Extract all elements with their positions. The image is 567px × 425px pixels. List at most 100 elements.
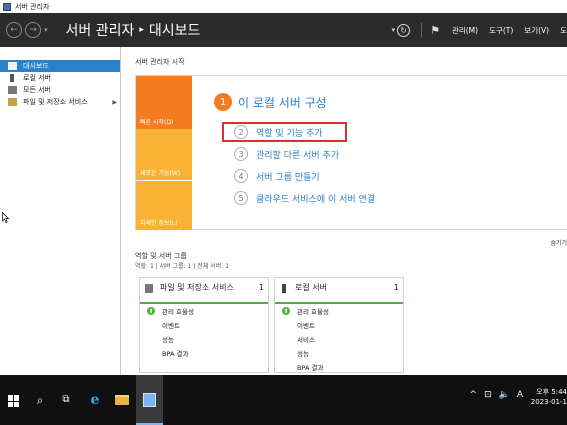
card-row-label: BPA 결과 [162, 350, 189, 358]
sidebar-item-all-servers[interactable]: 모든 서버 [0, 84, 120, 96]
highlight-box [222, 122, 347, 142]
tile-quick-start[interactable]: 빠른 시작(Q) [136, 76, 192, 129]
server-manager-icon [143, 393, 156, 407]
card-row-label: BPA 결과 [297, 364, 324, 372]
step-create-group[interactable]: 4 서버 그룹 만들기 [234, 169, 320, 183]
card-row-bpa[interactable]: BPA 결과 [140, 346, 268, 360]
server-manager-app-icon [3, 2, 11, 11]
taskbar: ⌕ ⧉ e ^ ⊡ 🔈 A 오후 5:44 2023-01-1 [0, 375, 567, 425]
input-language-icon[interactable]: A [517, 390, 523, 400]
tray-overflow-icon[interactable]: ^ [470, 390, 478, 400]
clock-date: 2023-01-1 [530, 398, 567, 406]
card-header[interactable]: 로컬 서버 1 [275, 278, 403, 304]
card-row-label: 이벤트 [297, 322, 315, 330]
card-count: 1 [393, 283, 399, 292]
refresh-dropdown-icon[interactable]: ▾ [392, 26, 396, 34]
start-button[interactable] [8, 395, 20, 407]
folder-shape [115, 395, 129, 405]
configure-heading: 1 이 로컬 서버 구성 [214, 93, 327, 111]
windows-logo-icon [14, 395, 19, 401]
welcome-panel: 빠른 시작(Q) 새로운 기능(W) 자세한 정보(L) 1 이 로컬 서버 구… [135, 75, 567, 247]
search-icon[interactable]: ⌕ [32, 392, 48, 408]
notifications-flag-icon[interactable]: ⚑ [430, 24, 440, 37]
forward-button[interactable]: → [25, 22, 41, 38]
menu-view[interactable]: 보기(V) [524, 25, 549, 36]
internet-explorer-icon[interactable]: e [87, 392, 103, 408]
sidebar: 대시보드 로컬 서버 모든 서버 파일 및 저장소 서비스 ▶ [0, 47, 121, 375]
breadcrumb-current: 대시보드 [148, 23, 201, 39]
card-title: 로컬 서버 [295, 283, 327, 292]
card-row-events[interactable]: 이벤트 [140, 318, 268, 332]
step-number: 5 [234, 191, 248, 205]
card-row-services[interactable]: 서비스 [275, 332, 403, 346]
sidebar-item-label: 파일 및 저장소 서비스 [23, 98, 88, 106]
windows-logo-icon [8, 401, 13, 407]
clock[interactable]: 오후 5:44 2023-01-1 [527, 387, 567, 407]
task-view-icon[interactable]: ⧉ [58, 392, 74, 408]
menu-help[interactable]: 도 [560, 25, 567, 36]
roles-section-title: 역할 및 서버 그룹 [135, 252, 187, 260]
configure-heading-text[interactable]: 이 로컬 서버 구성 [238, 94, 327, 111]
mouse-cursor-icon [2, 212, 9, 223]
card-row-label: 성능 [162, 336, 174, 344]
step-number-badge: 1 [214, 93, 232, 111]
step-number: 3 [234, 147, 248, 161]
card-row-performance[interactable]: 성능 [140, 332, 268, 346]
system-tray: ^ ⊡ 🔈 A [463, 390, 523, 400]
volume-icon[interactable]: 🔈 [499, 390, 510, 400]
menu-tools[interactable]: 도구(T) [489, 25, 513, 36]
back-button[interactable]: ← [6, 22, 22, 38]
file-explorer-icon[interactable] [114, 392, 130, 408]
card-row-label: 서비스 [297, 336, 315, 344]
card-row-label: 관리 효율성 [162, 308, 194, 316]
header-divider [421, 23, 423, 37]
windows-logo-icon [14, 401, 19, 407]
card-row-manageability[interactable]: ⬆ 관리 효율성 [140, 304, 268, 318]
refresh-icon[interactable]: ↻ [397, 23, 411, 37]
servers-icon [8, 86, 17, 94]
breadcrumb-root[interactable]: 서버 관리자 [66, 20, 135, 40]
menu-manage[interactable]: 관리(M) [452, 25, 478, 36]
role-card-local-server[interactable]: 로컬 서버 1 ⬆ 관리 효율성 이벤트 서비스 성능 BPA 결과 [274, 277, 404, 373]
sidebar-item-dashboard[interactable]: 대시보드 [0, 60, 120, 72]
dashboard-main: 서버 관리자 시작 빠른 시작(Q) 새로운 기능(W) 자세한 정보(L) 1… [122, 47, 567, 375]
tile-whats-new[interactable]: 새로운 기능(W) [136, 129, 192, 180]
taskbar-server-manager[interactable] [136, 375, 163, 425]
dashboard-icon [8, 62, 17, 70]
status-up-icon: ⬆ [147, 307, 155, 315]
step-number: 4 [234, 169, 248, 183]
card-row-performance[interactable]: 성능 [275, 346, 403, 360]
card-title: 파일 및 저장소 서비스 [160, 283, 234, 292]
step-connect-cloud[interactable]: 5 클라우드 서비스에 이 서버 연결 [234, 191, 375, 205]
card-row-label: 관리 효율성 [297, 308, 329, 316]
card-row-events[interactable]: 이벤트 [275, 318, 403, 332]
window-titlebar: 서버 관리자 [0, 0, 567, 13]
step-link[interactable]: 서버 그룹 만들기 [256, 170, 320, 183]
step-link[interactable]: 관리할 다른 서버 추가 [256, 148, 339, 161]
network-icon[interactable]: ⊡ [484, 390, 492, 400]
card-row-manageability[interactable]: ⬆ 관리 효율성 [275, 304, 403, 318]
expand-arrow-icon[interactable]: ▶ [112, 99, 117, 106]
card-row-bpa[interactable]: BPA 결과 [275, 360, 403, 374]
card-header[interactable]: 파일 및 저장소 서비스 1 [140, 278, 268, 304]
hide-welcome-link[interactable]: 숨기기 [550, 238, 567, 247]
file-storage-icon [145, 284, 153, 293]
status-up-icon: ⬆ [282, 307, 290, 315]
history-dropdown-icon[interactable]: ▾ [44, 26, 48, 34]
sidebar-item-file-storage[interactable]: 파일 및 저장소 서비스 ▶ [0, 96, 120, 108]
welcome-section-title: 서버 관리자 시작 [135, 58, 185, 66]
step-link[interactable]: 클라우드 서비스에 이 서버 연결 [256, 192, 375, 205]
step-add-servers[interactable]: 3 관리할 다른 서버 추가 [234, 147, 339, 161]
window-title: 서버 관리자 [15, 2, 50, 11]
server-icon [282, 284, 286, 293]
header-actions: ▾ ↻ ⚑ 관리(M) 도구(T) 보기(V) 도 [392, 13, 567, 47]
tile-learn-more[interactable]: 자세한 정보(L) [136, 180, 192, 230]
role-card-file-storage[interactable]: 파일 및 저장소 서비스 1 ⬆ 관리 효율성 이벤트 성능 BPA 결과 [139, 277, 269, 373]
server-icon [10, 74, 14, 82]
breadcrumb-separator-icon: ▸ [139, 25, 144, 35]
sidebar-item-local-server[interactable]: 로컬 서버 [0, 72, 120, 84]
clock-time: 오후 5:44 [536, 388, 567, 396]
roles-summary: 역할: 1 | 서버 그룹: 1 | 전체 서버: 1 [135, 263, 229, 270]
sidebar-item-label: 모든 서버 [23, 86, 51, 94]
card-row-label: 성능 [297, 350, 309, 358]
